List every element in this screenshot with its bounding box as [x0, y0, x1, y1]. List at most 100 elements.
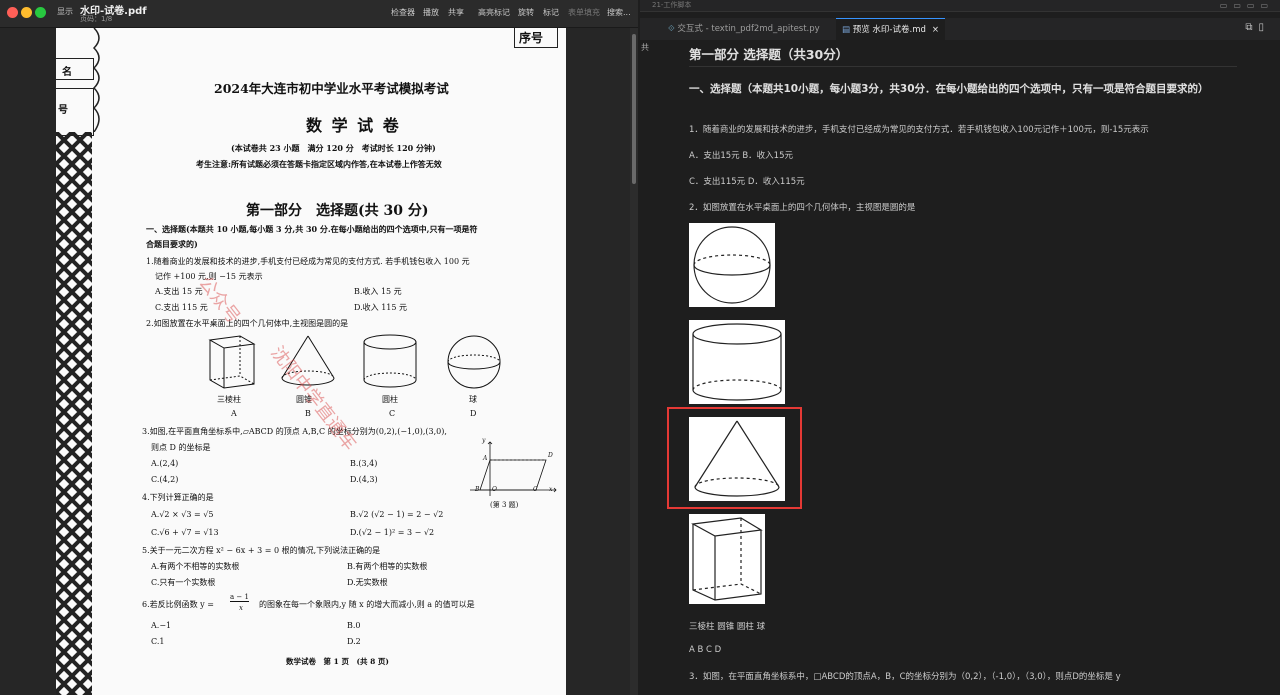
q3-label-c: C — [533, 486, 538, 493]
preview-q1-options-cd: C．支出115元 D．收入115元 — [689, 177, 805, 187]
preview-heading-2: 一、选择题（本题共10小题，每小题3分，共30分．在每小题给出的四个选项中，只有… — [689, 83, 1209, 95]
preview-sphere-image — [689, 223, 775, 307]
q5-option-a: A.有两个不相等的实数根 — [151, 562, 240, 571]
question-5: 5.关于一元二次方程 x² − 6x + 3 = 0 根的情况,下列说法正确的是 — [142, 546, 381, 555]
more-actions-icon[interactable]: ▯ — [1258, 22, 1270, 33]
sidebar-toggle-button[interactable]: 显示 — [57, 6, 73, 17]
q3-label-b: B — [475, 486, 480, 493]
pdf-titlebar: 显示 水印-试卷.pdf 页码：1/8 检查器 播放 共享 高亮标记 旋转 标记… — [0, 0, 638, 28]
q2-name-a: 三棱柱 — [217, 395, 241, 404]
tab-label: 预览 水印-试卷.md — [852, 25, 926, 35]
preview-cylinder-image — [689, 320, 785, 404]
close-window-button[interactable] — [7, 7, 18, 18]
q4-option-d: D.(√2 − 1)² = 3 − √2 — [350, 528, 435, 537]
q6-option-b: B.0 — [347, 621, 361, 630]
form-fill-button[interactable]: 表单填充 — [568, 7, 600, 18]
preview-prism-image — [689, 514, 765, 604]
q5-option-d: D.无实数根 — [347, 578, 388, 587]
share-button[interactable]: 共享 — [448, 7, 464, 18]
q4-option-c: C.√6 + √7 = √13 — [151, 528, 219, 537]
parallelogram-coordinate-figure — [470, 441, 557, 496]
pdf-scrollbar[interactable] — [630, 28, 638, 695]
preview-tab-icon: ▤ — [842, 25, 853, 35]
part-title: 第一部分 选择题(共 30 分) — [246, 203, 429, 219]
layout-icons[interactable]: ▭▭▭▭ — [1220, 1, 1274, 10]
preview-question-2: 2．如图放置在水平桌面上的四个几何体中，主视图是圆的是 — [689, 203, 916, 213]
tab-interactive-script[interactable]: ⟐ 交互式 - textin_pdf2md_apitest.py — [662, 18, 826, 40]
q3-option-b: B.(3,4) — [350, 459, 378, 468]
pdf-scrollbar-thumb[interactable] — [632, 34, 636, 184]
q1-option-c: C.支出 115 元 — [155, 303, 208, 312]
preview-solid-names: 三棱柱 圆锥 圆柱 球 — [689, 622, 766, 632]
tab-label: 交互式 - textin_pdf2md_apitest.py — [677, 24, 820, 34]
tab-markdown-preview[interactable]: ▤ 预览 水印-试卷.md × — [836, 18, 946, 40]
q3-option-c: C.(4,2) — [151, 475, 179, 484]
q3-option-a: A.(2,4) — [151, 459, 179, 468]
q2-name-d: 球 — [469, 395, 477, 404]
interactive-tab-icon: ⟐ — [668, 24, 678, 34]
workspace-label: 21-工作脚本 — [652, 1, 692, 9]
binding-margin-pattern — [56, 132, 92, 695]
section-intro-line-2: 合题目要求的) — [146, 239, 198, 249]
q1-option-b: B.收入 15 元 — [354, 287, 402, 296]
markdown-preview: 第一部分 选择题（共30分） 一、选择题（本题共10小题，每小题3分，共30分．… — [667, 40, 1237, 695]
q1-option-d: D.收入 115 元 — [354, 303, 408, 312]
play-button[interactable]: 播放 — [423, 7, 439, 18]
q5-option-b: B.有两个相等的实数根 — [347, 562, 428, 571]
question-6-start: 6.若反比例函数 y = — [142, 600, 214, 609]
question-6-end: 的图象在每一个象限内,y 随 x 的增大而减小,则 a 的值可以是 — [259, 600, 475, 609]
exam-title: 2024年大连市初中学业水平考试模拟考试 — [214, 81, 449, 96]
name-field-box: 名 — [56, 58, 94, 80]
section-intro-line-1: 一、选择题(本题共 10 小题,每小题 3 分,共 30 分.在每小题给出的四个… — [146, 224, 478, 234]
rotate-button[interactable]: 旋转 — [518, 7, 534, 18]
highlight-button[interactable]: 高亮标记 — [478, 7, 510, 18]
q3-label-d: D — [548, 452, 553, 459]
preview-question-3: 3．如图，在平面直角坐标系中，□ABCD的顶点A，B，C的坐标分别为（0,2），… — [689, 672, 1121, 682]
cylinder-figure — [363, 334, 417, 388]
q3-option-d: D.(4,3) — [350, 475, 378, 484]
seat-number-box: 序号 — [514, 28, 558, 48]
close-tab-icon[interactable]: × — [932, 25, 939, 35]
binding-margin-wave — [92, 28, 100, 132]
markup-button[interactable]: 标记 — [543, 7, 559, 18]
editor-tab-bar: ⟐ 交互式 - textin_pdf2md_apitest.py ▤ 预览 水印… — [640, 18, 1280, 40]
pdf-viewer-window: 显示 水印-试卷.pdf 页码：1/8 检查器 播放 共享 高亮标记 旋转 标记… — [0, 0, 638, 695]
question-4: 4.下列计算正确的是 — [142, 493, 214, 502]
q6-fraction-denominator: x — [239, 604, 243, 612]
inspector-button[interactable]: 检查器 — [391, 7, 415, 18]
q3-label-o: O — [492, 486, 497, 493]
editor-gutter: 共 — [640, 40, 652, 695]
q3-label-a: A — [483, 455, 488, 462]
editor-window: 21-工作脚本 ▭▭▭▭ ⟐ 交互式 - textin_pdf2md_apite… — [640, 0, 1280, 695]
q6-option-d: D.2 — [347, 637, 361, 646]
question-2: 2.如图放置在水平桌面上的四个几何体中,主视图是圆的是 — [146, 319, 349, 328]
exam-subject: 数 学 试 卷 — [306, 116, 401, 135]
preview-question-1: 1．随着商业的发展和技术的进步，手机支付已经成为常见的支付方式．若手机钱包收入1… — [689, 125, 1149, 135]
q5-option-c: C.只有一个实数根 — [151, 578, 216, 587]
q3-label-x: x — [549, 486, 553, 493]
q2-letter-a: A — [231, 409, 237, 418]
search-field[interactable]: 搜索... — [607, 7, 631, 18]
zoom-window-button[interactable] — [35, 7, 46, 18]
heading-rule — [689, 66, 1237, 67]
sphere-figure — [447, 335, 501, 389]
q6-fraction-numerator: a − 1 — [230, 593, 249, 602]
editor-top-strip: 21-工作脚本 ▭▭▭▭ — [640, 0, 1280, 12]
q3-label-y: y — [482, 437, 486, 444]
q2-name-c: 圆柱 — [382, 395, 398, 404]
page-indicator: 页码：1/8 — [80, 15, 113, 23]
q2-letter-d: D — [470, 409, 477, 418]
q3-figure-caption: (第 3 题) — [490, 501, 519, 509]
preview-solid-letters: A B C D — [689, 645, 722, 655]
minimize-window-button[interactable] — [21, 7, 32, 18]
triangular-prism-figure — [208, 335, 256, 389]
preview-scrollbar[interactable] — [1270, 40, 1280, 695]
gutter-text: 共 — [641, 43, 649, 52]
preview-heading-1: 第一部分 选择题（共30分） — [689, 47, 849, 62]
split-editor-icon[interactable]: ⧉ — [1245, 22, 1258, 33]
editor-actions: ⧉▯ — [1245, 22, 1270, 33]
q4-option-a: A.√2 × √3 = √5 — [151, 510, 214, 519]
page-footer: 数学试卷 第 1 页 (共 8 页) — [286, 657, 389, 666]
question-3-line-2: 则点 D 的坐标是 — [151, 443, 211, 452]
q6-option-c: C.1 — [151, 637, 165, 646]
